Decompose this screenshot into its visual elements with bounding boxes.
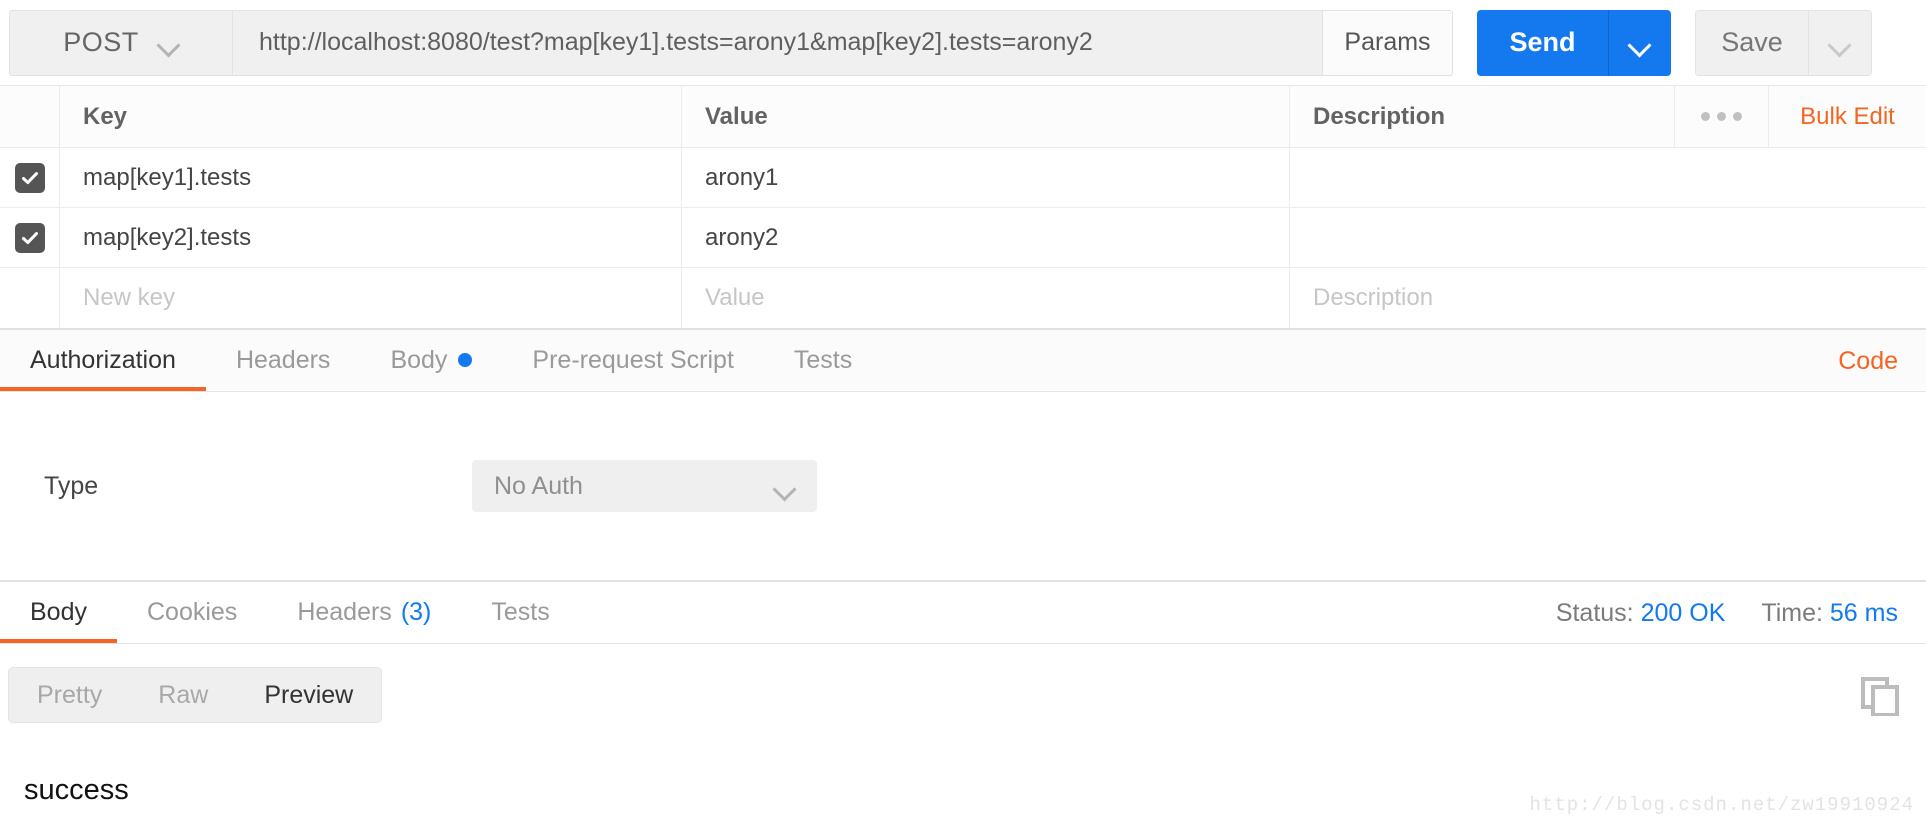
- params-button[interactable]: Params: [1323, 9, 1453, 76]
- row-value-text: arony2: [705, 223, 779, 251]
- header-value-cell: Value: [682, 86, 1290, 147]
- dot: [1701, 112, 1710, 121]
- row-value-text: arony1: [705, 163, 779, 191]
- time-label: Time:: [1761, 598, 1823, 627]
- save-button[interactable]: Save: [1696, 10, 1808, 75]
- response-tab-body-label: Body: [30, 597, 87, 626]
- chevron-down-icon: [775, 481, 795, 492]
- tab-body[interactable]: Body: [360, 329, 502, 391]
- table-row: map[key1].tests arony1: [0, 148, 1926, 208]
- new-description-input[interactable]: Description: [1290, 268, 1926, 328]
- response-tab-headers-label: Headers: [297, 597, 392, 626]
- tab-headers[interactable]: Headers: [206, 329, 361, 391]
- tab-pre-request-script-label: Pre-request Script: [532, 345, 734, 374]
- new-description-placeholder: Description: [1313, 284, 1434, 311]
- table-header-row: Key Value Description Bulk Edit: [0, 86, 1926, 148]
- auth-type-label: Type: [44, 471, 99, 500]
- row-checkbox[interactable]: [14, 222, 45, 253]
- send-button[interactable]: Send: [1477, 9, 1608, 76]
- response-tab-cookies-label: Cookies: [146, 597, 238, 626]
- row-checkbox-cell: [0, 148, 60, 207]
- status-label: Status:: [1555, 598, 1634, 627]
- header-description-label: Description: [1313, 102, 1446, 130]
- row-checkbox[interactable]: [14, 162, 45, 193]
- header-description-cell: Description Bulk Edit: [1290, 86, 1926, 147]
- row-key-text: map[key1].tests: [83, 163, 252, 191]
- response-tab-tests-label: Tests: [491, 597, 550, 626]
- save-button-group: Save: [1695, 9, 1872, 76]
- chevron-down-icon: [1630, 37, 1650, 48]
- auth-type-select[interactable]: No Auth: [472, 460, 817, 512]
- chevron-down-icon: [1830, 37, 1850, 48]
- response-meta: Status: 200 OK Time: 56 ms: [1556, 582, 1898, 644]
- chevron-down-icon: [159, 37, 179, 48]
- http-method-label: POST: [63, 27, 139, 57]
- row-key-cell[interactable]: map[key2].tests: [60, 208, 682, 267]
- request-tabs: Authorization Headers Body Pre-request S…: [0, 330, 1926, 392]
- row-value-cell[interactable]: arony1: [682, 148, 1290, 207]
- response-body-toolbar: Pretty Raw Preview: [0, 644, 1926, 746]
- copy-icon[interactable]: [1860, 676, 1900, 721]
- header-checkbox-cell: [0, 86, 60, 147]
- header-key-label: Key: [83, 102, 128, 130]
- tab-authorization[interactable]: Authorization: [0, 329, 206, 391]
- tab-body-label: Body: [390, 345, 448, 374]
- status-group: Status: 200 OK: [1556, 599, 1726, 628]
- row-checkbox-cell: [0, 208, 60, 267]
- response-tabs: Body Cookies Headers (3) Tests Status: 2…: [0, 582, 1926, 644]
- new-value-input[interactable]: Value: [682, 268, 1290, 328]
- new-value-placeholder: Value: [705, 284, 765, 311]
- auth-type-value: No Auth: [494, 471, 583, 500]
- url-input[interactable]: http://localhost:8080/test?map[key1].tes…: [232, 9, 1323, 76]
- url-text: http://localhost:8080/test?map[key1].tes…: [259, 28, 1093, 56]
- row-value-cell[interactable]: arony2: [682, 208, 1290, 267]
- response-tab-headers[interactable]: Headers (3): [267, 581, 461, 643]
- dot: [1733, 112, 1742, 121]
- table-row: map[key2].tests arony2: [0, 208, 1926, 268]
- row-description-cell[interactable]: [1290, 208, 1926, 267]
- time-group: Time: 56 ms: [1761, 599, 1898, 628]
- status-value[interactable]: 200 OK: [1641, 599, 1726, 627]
- row-description-cell[interactable]: [1290, 148, 1926, 207]
- dot: [1717, 112, 1726, 121]
- request-bar: POST http://localhost:8080/test?map[key1…: [0, 0, 1926, 85]
- new-param-row: New key Value Description: [0, 268, 1926, 328]
- row-key-text: map[key2].tests: [83, 223, 252, 251]
- response-headers-count: (3): [400, 597, 432, 626]
- http-method-selector[interactable]: POST: [9, 9, 232, 76]
- view-mode-preview[interactable]: Preview: [236, 668, 381, 722]
- more-options-icon[interactable]: [1674, 86, 1768, 147]
- response-view-mode-group: Pretty Raw Preview: [8, 667, 383, 723]
- code-link[interactable]: Code: [1838, 330, 1898, 392]
- tab-authorization-label: Authorization: [30, 345, 176, 374]
- authorization-panel: Type No Auth: [0, 392, 1926, 582]
- tab-headers-label: Headers: [235, 345, 331, 374]
- new-key-input[interactable]: New key: [60, 268, 682, 328]
- view-mode-pretty[interactable]: Pretty: [9, 668, 130, 722]
- header-value-label: Value: [705, 102, 768, 130]
- response-tab-tests[interactable]: Tests: [461, 581, 579, 643]
- bulk-edit-button[interactable]: Bulk Edit: [1768, 86, 1926, 147]
- save-options-button[interactable]: [1808, 10, 1871, 75]
- new-key-placeholder: New key: [83, 284, 176, 311]
- response-tab-body[interactable]: Body: [0, 581, 117, 643]
- table-header-actions: Bulk Edit: [1674, 86, 1926, 147]
- tab-tests[interactable]: Tests: [764, 329, 882, 391]
- view-mode-raw[interactable]: Raw: [130, 668, 236, 722]
- query-params-table: Key Value Description Bulk Edit map[key1…: [0, 85, 1926, 330]
- watermark-text: http://blog.csdn.net/zw19910924: [1529, 794, 1914, 816]
- new-row-checkbox-cell: [0, 268, 60, 328]
- body-modified-dot-icon: [458, 353, 473, 367]
- send-button-group: Send: [1477, 9, 1671, 76]
- send-options-button[interactable]: [1608, 9, 1671, 76]
- response-tab-cookies[interactable]: Cookies: [117, 581, 267, 643]
- time-value[interactable]: 56 ms: [1830, 599, 1898, 627]
- row-key-cell[interactable]: map[key1].tests: [60, 148, 682, 207]
- tab-pre-request-script[interactable]: Pre-request Script: [502, 329, 763, 391]
- header-key-cell: Key: [60, 86, 682, 147]
- tab-tests-label: Tests: [793, 345, 853, 374]
